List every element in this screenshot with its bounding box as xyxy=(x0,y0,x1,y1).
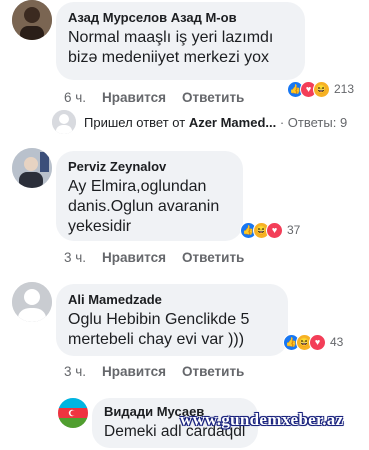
reaction-summary[interactable]: 👍 ♥ 😆 213 xyxy=(287,78,354,100)
reply-button[interactable]: Ответить xyxy=(182,364,244,379)
comment-text: Ay Elmira,oglundan danis.Oglun avaranin … xyxy=(68,178,220,235)
avatar[interactable] xyxy=(12,282,52,322)
comment-actions: 6 ч. Нравится Ответить xyxy=(64,90,244,105)
comment-time[interactable]: 3 ч. xyxy=(64,364,86,379)
comment-author[interactable]: Ali Mamedzade xyxy=(68,292,276,308)
avatar[interactable] xyxy=(12,0,52,40)
comment-bubble: Perviz Zeynalov Ay Elmira,oglundan danis… xyxy=(56,151,243,241)
reaction-count: 43 xyxy=(330,335,344,349)
default-user-icon xyxy=(52,110,76,134)
laugh-icon: 😆 xyxy=(313,80,330,98)
reply-button[interactable]: Ответить xyxy=(182,250,244,265)
site-watermark: www.gundemxeber.az xyxy=(180,410,344,429)
user-photo-icon xyxy=(12,0,52,40)
avatar[interactable] xyxy=(12,148,52,188)
comment-actions: 3 ч. Нравится Ответить xyxy=(64,250,244,265)
azerbaijan-flag-icon xyxy=(58,398,88,428)
comment-bubble: Азад Мурселов Азад М-ов Normal maaşlı iş… xyxy=(56,2,305,80)
like-button[interactable]: Нравится xyxy=(102,90,166,105)
reply-count: · Ответы: 9 xyxy=(279,114,348,130)
comment-bubble: Ali Mamedzade Oglu Hebibin Genclikde 5 m… xyxy=(56,284,288,356)
reaction-summary[interactable]: 👍 😆 ♥ 37 xyxy=(240,219,300,241)
reply-prefix: Пришел ответ от xyxy=(84,114,186,130)
reply-button[interactable]: Ответить xyxy=(182,90,244,105)
reaction-count: 37 xyxy=(287,223,301,237)
heart-icon: ♥ xyxy=(309,333,326,351)
reaction-count: 213 xyxy=(334,82,355,96)
comment-time[interactable]: 3 ч. xyxy=(64,250,86,265)
comment-text: Normal maaşlı iş yeri lazımdı bizə meden… xyxy=(68,29,274,66)
view-replies[interactable]: Пришел ответ от Azer Mamed... · Ответы: … xyxy=(52,110,347,134)
comment-text: Oglu Hebibin Genclikde 5 mertebeli chay … xyxy=(68,311,250,348)
like-button[interactable]: Нравится xyxy=(102,364,166,379)
comment-actions: 3 ч. Нравится Ответить xyxy=(64,364,244,379)
comment-author[interactable]: Perviz Zeynalov xyxy=(68,159,231,175)
heart-icon: ♥ xyxy=(266,221,283,239)
comment-time[interactable]: 6 ч. xyxy=(64,90,86,105)
avatar xyxy=(52,110,76,134)
reply-author: Azer Mamed... xyxy=(188,114,277,130)
comment-author[interactable]: Азад Мурселов Азад М-ов xyxy=(68,10,293,26)
avatar[interactable] xyxy=(58,398,88,428)
default-user-icon xyxy=(12,282,52,322)
user-photo-icon xyxy=(12,148,52,188)
like-button[interactable]: Нравится xyxy=(102,250,166,265)
reaction-summary[interactable]: 👍 😆 ♥ 43 xyxy=(283,331,343,353)
